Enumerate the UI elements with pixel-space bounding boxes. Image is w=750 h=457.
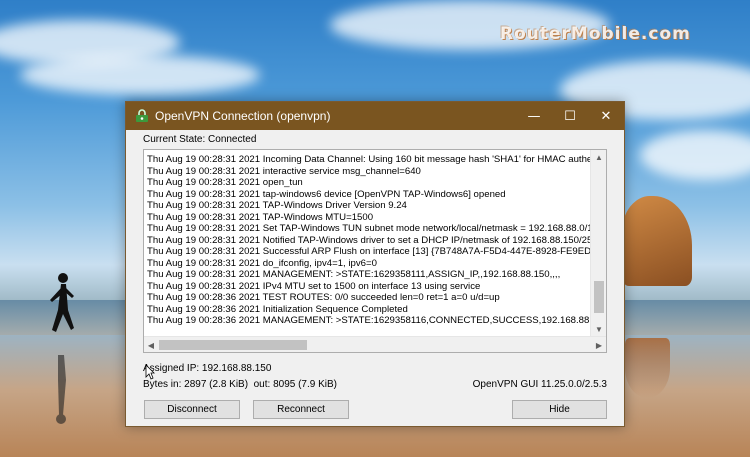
minimize-button[interactable]: — (516, 102, 552, 130)
log-line: Thu Aug 19 00:28:36 2021 MANAGEMENT: >ST… (147, 315, 591, 326)
reconnect-button[interactable]: Reconnect (253, 400, 349, 419)
log-lines: Thu Aug 19 00:28:31 2021 Incoming Data C… (147, 154, 591, 327)
log-line: Thu Aug 19 00:28:31 2021 Incoming Data C… (147, 154, 591, 165)
log-line: Thu Aug 19 00:28:36 2021 TEST ROUTES: 0/… (147, 292, 500, 303)
horizontal-scroll-thumb[interactable] (159, 340, 307, 350)
vertical-scroll-thumb[interactable] (594, 281, 604, 313)
log-line: Thu Aug 19 00:28:31 2021 interactive ser… (147, 165, 421, 177)
disconnect-button[interactable]: Disconnect (144, 400, 240, 419)
log-line: Thu Aug 19 00:28:31 2021 TAP-Windows Dri… (147, 200, 407, 211)
runner-silhouette (50, 273, 74, 332)
openvpn-icon (136, 109, 148, 122)
scroll-left-arrow-icon[interactable]: ◀ (144, 337, 158, 352)
bytes-label: Bytes in: 2897 (2.8 KiB) out: 8095 (7.9 … (143, 379, 337, 390)
log-line: Thu Aug 19 00:28:31 2021 Set TAP-Windows… (147, 223, 591, 234)
horizontal-scrollbar[interactable]: ◀ ▶ (144, 336, 606, 352)
scroll-right-arrow-icon[interactable]: ▶ (592, 337, 606, 352)
scroll-up-arrow-icon[interactable]: ▲ (591, 150, 606, 164)
log-line: Thu Aug 19 00:28:31 2021 TAP-Windows MTU… (147, 211, 374, 223)
scroll-down-arrow-icon[interactable]: ▼ (591, 322, 606, 336)
openvpn-connection-window: OpenVPN Connection (openvpn) — ☐ ✕ Curre… (125, 101, 625, 427)
log-line: Thu Aug 19 00:28:31 2021 tap-windows6 de… (147, 188, 506, 200)
log-line: Thu Aug 19 00:28:31 2021 IPv4 MTU set to… (147, 280, 481, 292)
assigned-ip-label: Assigned IP: 192.168.88.150 (143, 363, 272, 374)
mouse-cursor-icon (145, 364, 155, 380)
log-line: Thu Aug 19 00:28:36 2021 Initialization … (147, 303, 408, 315)
version-label: OpenVPN GUI 11.25.0.0/2.5.3 (472, 379, 607, 390)
sea-rock (622, 196, 692, 286)
vertical-scrollbar[interactable]: ▲ ▼ (590, 150, 606, 336)
log-line: Thu Aug 19 00:28:31 2021 MANAGEMENT: >ST… (147, 269, 561, 280)
log-line: Thu Aug 19 00:28:31 2021 do_ifconfig, ip… (147, 257, 377, 269)
maximize-button[interactable]: ☐ (552, 102, 588, 130)
watermark: RouterMobile.com (500, 24, 691, 44)
log-textbox[interactable]: Thu Aug 19 00:28:31 2021 Incoming Data C… (143, 149, 607, 353)
close-button[interactable]: ✕ (588, 102, 624, 130)
current-state-label: Current State: Connected (143, 134, 257, 145)
log-line: Thu Aug 19 00:28:31 2021 open_tun (147, 177, 303, 188)
title-bar[interactable]: OpenVPN Connection (openvpn) — ☐ ✕ (126, 102, 624, 130)
hide-button[interactable]: Hide (512, 400, 607, 419)
log-line: Thu Aug 19 00:28:31 2021 Successful ARP … (147, 246, 591, 257)
window-title: OpenVPN Connection (openvpn) (155, 109, 331, 123)
log-line: Thu Aug 19 00:28:31 2021 Notified TAP-Wi… (147, 234, 591, 246)
